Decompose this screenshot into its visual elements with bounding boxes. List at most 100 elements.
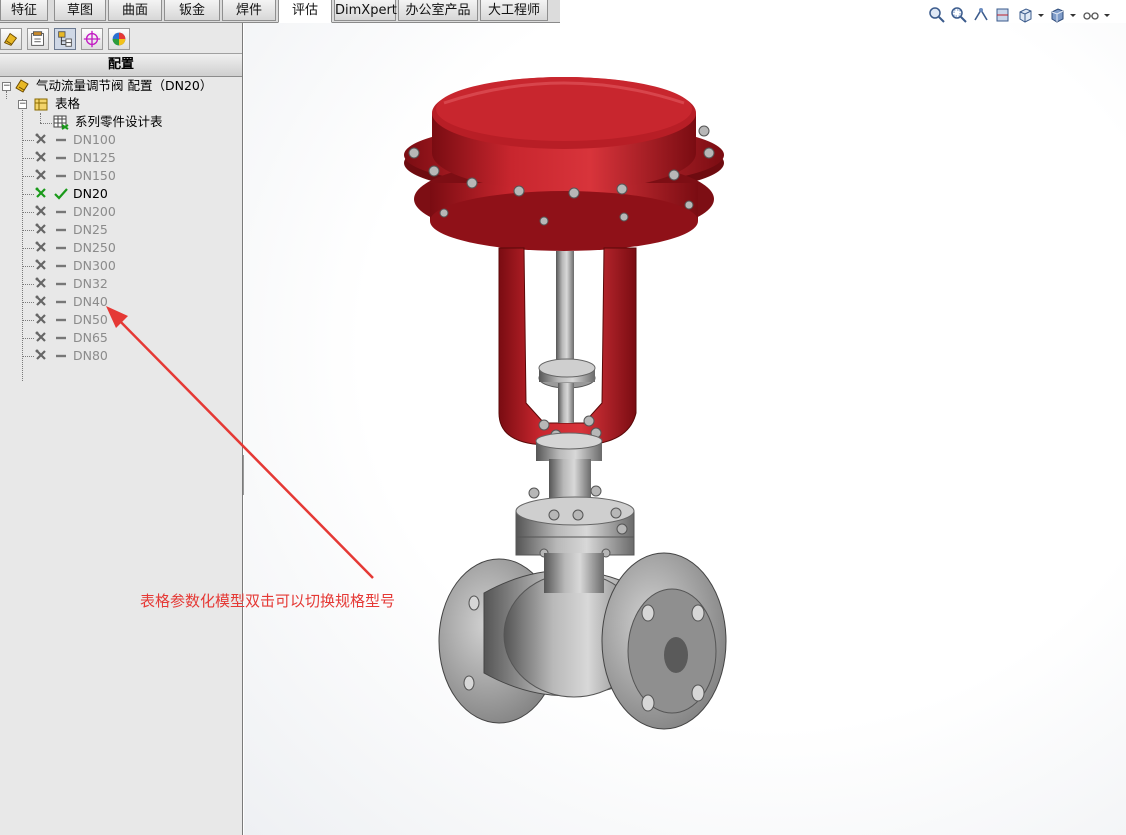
config-item-dn40[interactable]: DN40 — [0, 293, 242, 311]
tree-item-design-table[interactable]: 系列零件设计表 — [0, 113, 242, 131]
configuration-icon — [35, 259, 46, 270]
design-table-icon — [53, 115, 69, 130]
inactive-dash-icon — [56, 300, 66, 304]
tab-big-engineer[interactable]: 大工程师 — [480, 0, 548, 21]
configuration-manager-icon[interactable] — [54, 28, 76, 50]
configuration-icon — [35, 151, 46, 162]
configuration-icon — [35, 187, 46, 198]
config-item-dn100[interactable]: DN100 — [0, 131, 242, 149]
bonnet — [515, 432, 635, 558]
tab-sketch[interactable]: 草图 — [54, 0, 106, 21]
tables-folder-label: 表格 — [55, 96, 81, 111]
tree-connector — [22, 248, 34, 249]
tree-connector — [22, 284, 34, 285]
zoom-to-fit-icon[interactable] — [928, 6, 946, 24]
configuration-icon — [35, 349, 46, 360]
config-item-dn150[interactable]: DN150 — [0, 167, 242, 185]
config-label: DN200 — [73, 204, 116, 219]
inactive-dash-icon — [56, 210, 66, 214]
config-label: DN50 — [73, 312, 108, 327]
configuration-manager-panel: 配置 − 气动流量调节阀 配置（DN20） − 表格 系列零件设计表 DN100… — [0, 23, 243, 835]
tree-connector — [22, 140, 34, 141]
tree-connector — [22, 338, 34, 339]
view-orientation-icon[interactable] — [1016, 6, 1034, 24]
collapse-icon[interactable]: − — [2, 82, 11, 91]
part-icon — [15, 79, 29, 93]
tree-connector — [22, 266, 34, 267]
dimxpert-manager-icon[interactable] — [81, 28, 103, 50]
tree-connector — [22, 212, 34, 213]
config-label: DN300 — [73, 258, 116, 273]
chevron-down-icon[interactable] — [1068, 6, 1078, 24]
tab-dimxpert[interactable]: DimXpert — [334, 0, 397, 21]
inactive-dash-icon — [56, 246, 66, 250]
zoom-area-icon[interactable] — [950, 6, 968, 24]
inactive-dash-icon — [56, 156, 66, 160]
config-item-dn25[interactable]: DN25 — [0, 221, 242, 239]
config-item-dn300[interactable]: DN300 — [0, 257, 242, 275]
tab-weldments[interactable]: 焊件 — [222, 0, 276, 21]
configuration-icon — [35, 295, 46, 306]
tree-root-item[interactable]: − 气动流量调节阀 配置（DN20） — [0, 77, 242, 95]
valve-body — [438, 552, 727, 730]
feature-manager-icon[interactable] — [0, 28, 22, 50]
property-manager-icon[interactable] — [27, 28, 49, 50]
configuration-icon — [35, 223, 46, 234]
valve-model — [404, 77, 727, 730]
config-item-dn20[interactable]: DN20 — [0, 185, 242, 203]
chevron-down-icon[interactable] — [1102, 6, 1112, 24]
inactive-dash-icon — [56, 138, 66, 142]
tree-connector — [22, 176, 34, 177]
config-item-dn80[interactable]: DN80 — [0, 347, 242, 365]
inactive-dash-icon — [56, 174, 66, 178]
tree-connector — [22, 356, 34, 357]
yoke — [498, 247, 637, 446]
active-check-icon — [54, 188, 68, 200]
inactive-dash-icon — [56, 264, 66, 268]
collapse-icon[interactable]: − — [18, 100, 27, 109]
tree-connector — [22, 158, 34, 159]
tab-evaluate[interactable]: 评估 — [278, 0, 332, 23]
config-label: DN80 — [73, 348, 108, 363]
tables-folder-icon — [34, 98, 48, 111]
tree-connector — [22, 302, 34, 303]
config-item-dn32[interactable]: DN32 — [0, 275, 242, 293]
tab-office-products[interactable]: 办公室产品 — [398, 0, 478, 21]
annotation-text: 表格参数化模型双击可以切换规格型号 — [140, 592, 396, 610]
config-item-dn250[interactable]: DN250 — [0, 239, 242, 257]
hide-show-items-icon[interactable] — [1082, 6, 1100, 24]
config-item-dn65[interactable]: DN65 — [0, 329, 242, 347]
inactive-dash-icon — [56, 282, 66, 286]
chevron-down-icon[interactable] — [1036, 6, 1046, 24]
config-label: DN40 — [73, 294, 108, 309]
config-label: DN100 — [73, 132, 116, 147]
config-label: DN250 — [73, 240, 116, 255]
config-label: DN20 — [73, 186, 108, 201]
configuration-icon — [35, 169, 46, 180]
configuration-icon — [35, 313, 46, 324]
tab-sheet-metal[interactable]: 钣金 — [164, 0, 220, 21]
inactive-dash-icon — [56, 228, 66, 232]
command-manager-tabs: 特征 草图 曲面 钣金 焊件 评估 DimXpert 办公室产品 大工程师 — [0, 0, 560, 23]
configuration-icon — [35, 241, 46, 252]
graphics-area[interactable] — [244, 23, 1126, 835]
tree-item-tables[interactable]: − 表格 — [0, 95, 242, 113]
config-item-dn200[interactable]: DN200 — [0, 203, 242, 221]
tab-features[interactable]: 特征 — [0, 0, 48, 21]
display-manager-icon[interactable] — [108, 28, 130, 50]
display-style-icon[interactable] — [1048, 6, 1066, 24]
design-table-label: 系列零件设计表 — [75, 114, 163, 129]
actuator — [404, 77, 724, 251]
configuration-icon — [35, 133, 46, 144]
config-item-dn50[interactable]: DN50 — [0, 311, 242, 329]
config-label: DN32 — [73, 276, 108, 291]
config-item-dn125[interactable]: DN125 — [0, 149, 242, 167]
config-label: DN150 — [73, 168, 116, 183]
tree-connector — [22, 320, 34, 321]
inactive-dash-icon — [56, 336, 66, 340]
tab-surfaces[interactable]: 曲面 — [108, 0, 162, 21]
configuration-icon — [35, 277, 46, 288]
previous-view-icon[interactable] — [972, 6, 990, 24]
config-label: DN25 — [73, 222, 108, 237]
section-view-icon[interactable] — [994, 6, 1012, 24]
